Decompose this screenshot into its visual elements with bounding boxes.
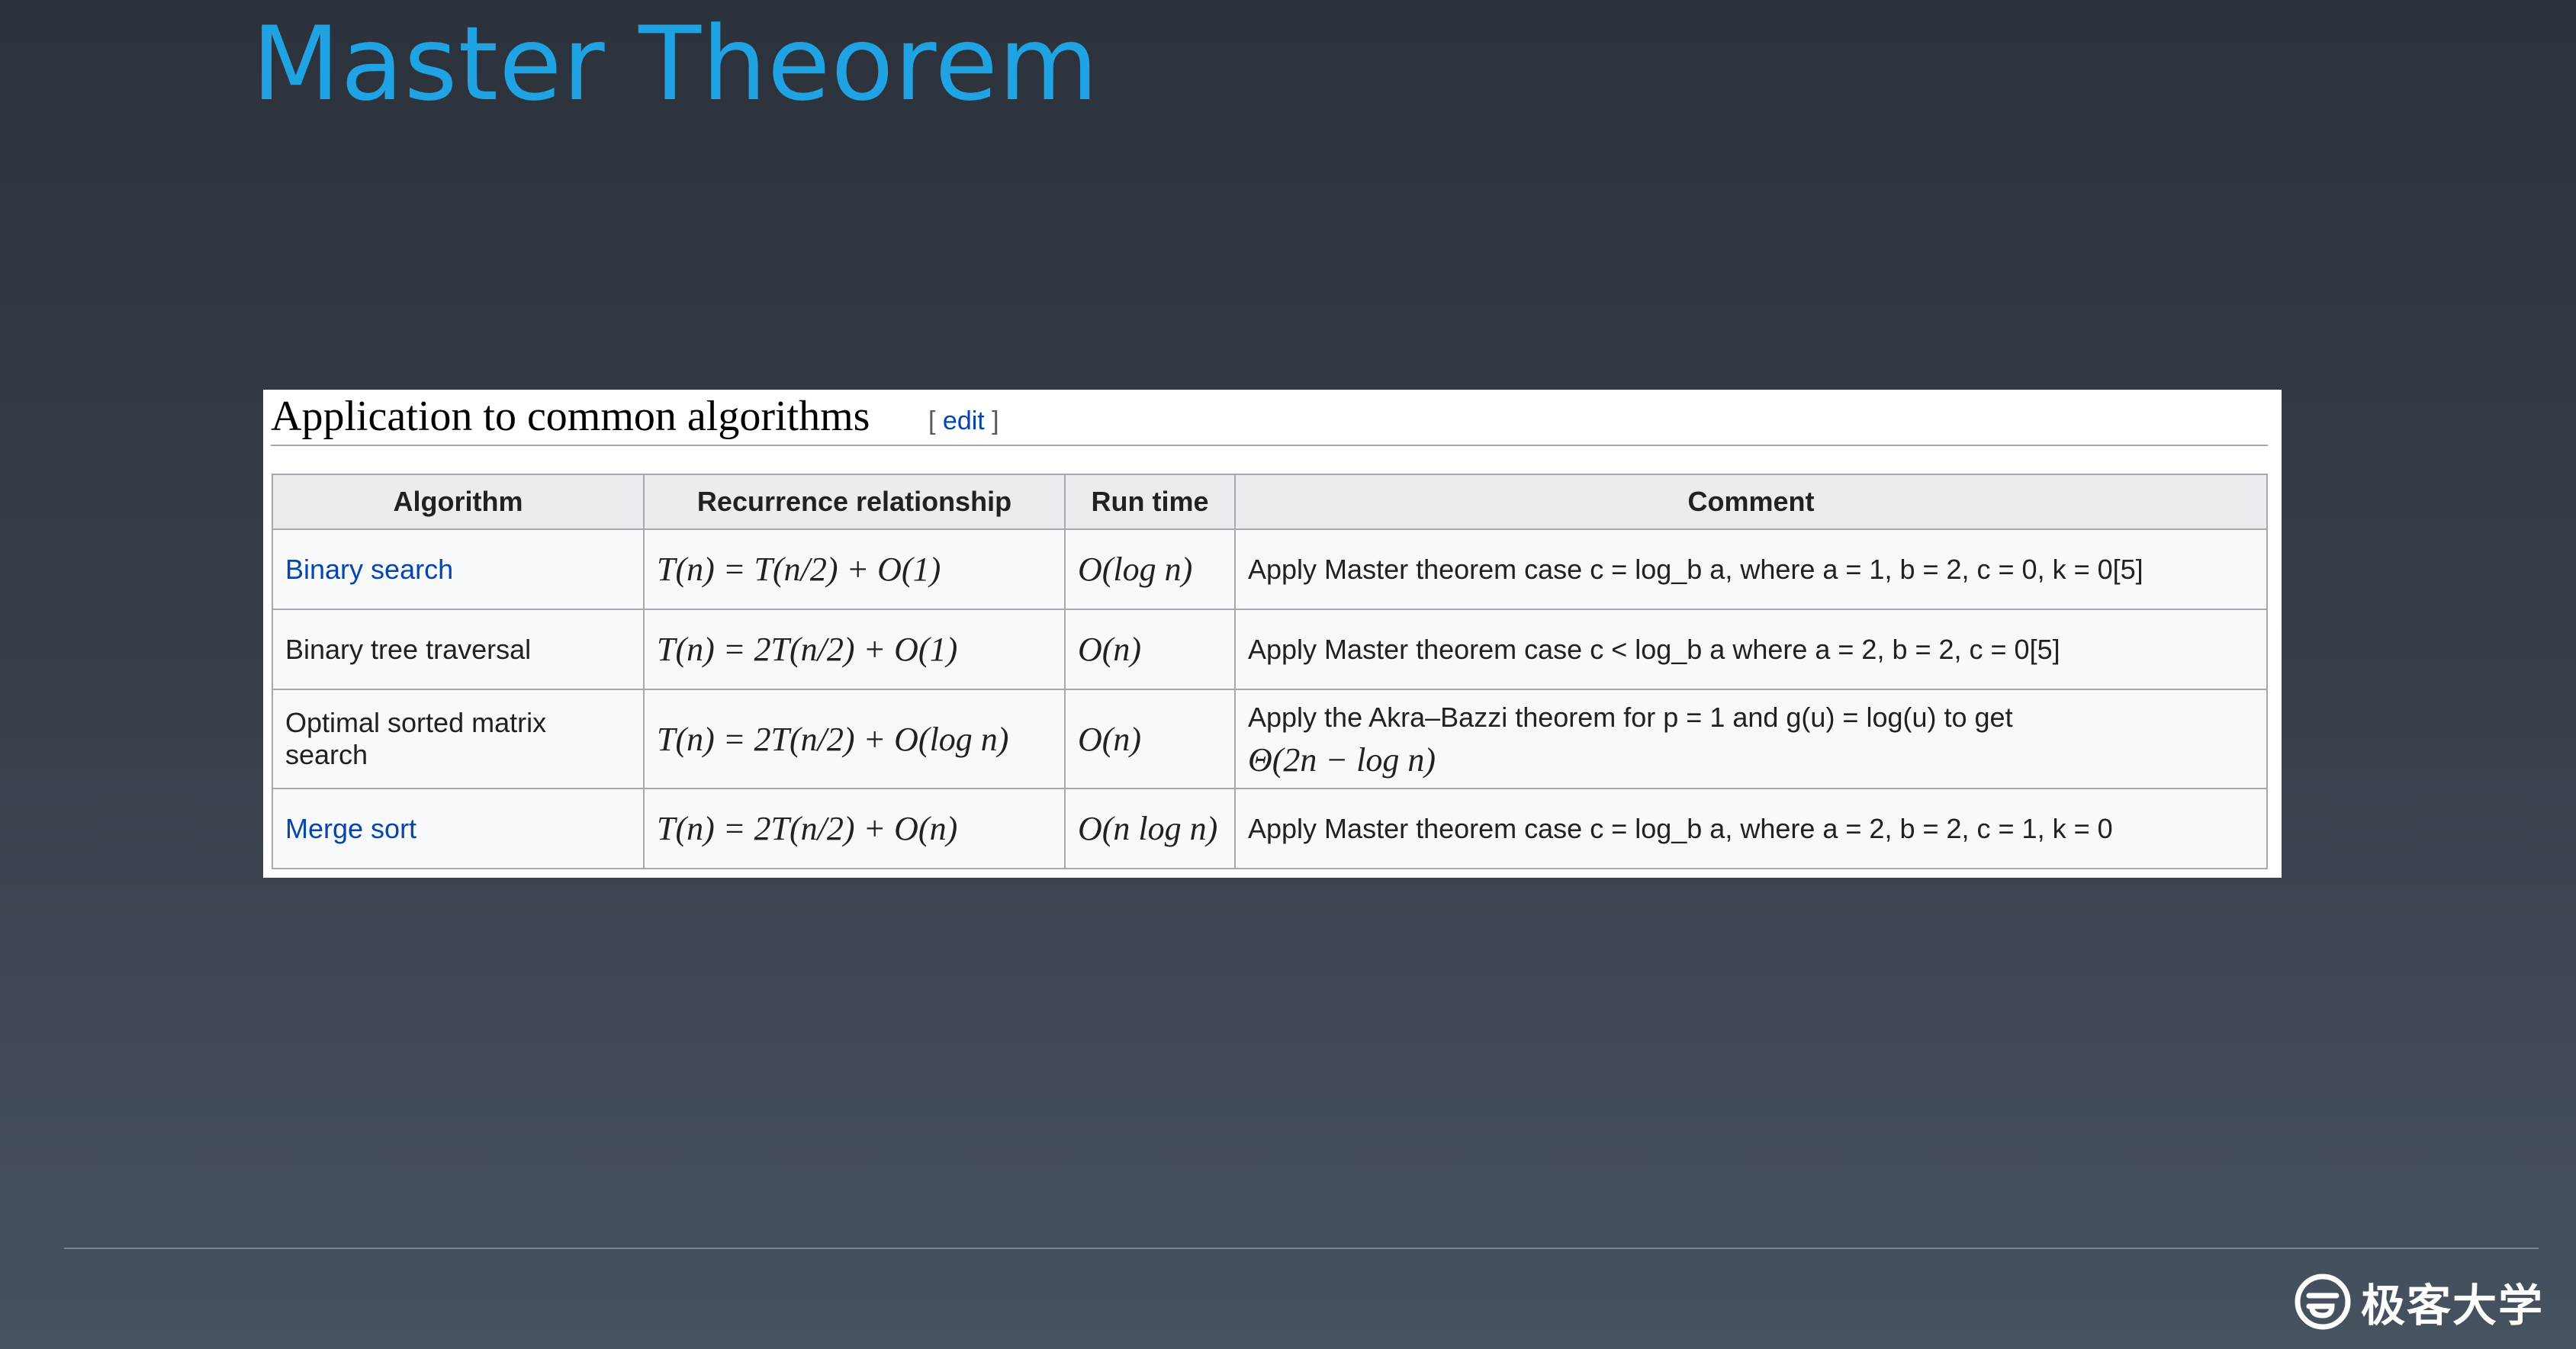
recurrence-cell: T(n) = T(n/2) + O(1) (643, 528, 1066, 610)
wiki-section-panel: Application to common algorithms [ edit … (263, 390, 2282, 878)
footer-divider (64, 1248, 2539, 1249)
table-header-row: Algorithm Recurrence relationship Run ti… (272, 474, 2268, 530)
brand-name: 极客大学 (2361, 1280, 2545, 1331)
algorithm-cell: Binary tree traversal (272, 609, 645, 690)
comment-cell: Apply Master theorem case c = log_b a, w… (1234, 528, 2268, 610)
table-row: Merge sort T(n) = 2T(n/2) + O(n) O(n log… (272, 788, 2268, 869)
header-runtime: Run time (1064, 474, 1236, 530)
section-header: Application to common algorithms [ edit … (271, 390, 2268, 446)
runtime-formula: O(n log n) (1078, 810, 1218, 847)
runtime-formula: O(log n) (1078, 551, 1193, 588)
comment-cell: Apply Master theorem case c < log_b a wh… (1234, 609, 2268, 690)
table-row: Binary tree traversal T(n) = 2T(n/2) + O… (272, 609, 2268, 690)
table-row: Binary search T(n) = T(n/2) + O(1) O(log… (272, 528, 2268, 610)
recurrence-formula: T(n) = 2T(n/2) + O(1) (657, 631, 958, 668)
algorithms-table: Algorithm Recurrence relationship Run ti… (272, 474, 2268, 869)
comment-cell: Apply the Akra–Bazzi theorem for p = 1 a… (1234, 689, 2268, 789)
runtime-cell: O(n) (1064, 609, 1236, 690)
merge-sort-link[interactable]: Merge sort (285, 813, 416, 844)
recurrence-cell: T(n) = 2T(n/2) + O(1) (643, 609, 1066, 690)
slide-title: Master Theorem (252, 5, 1099, 124)
algorithm-cell: Optimal sorted matrix search (272, 689, 645, 789)
algorithm-cell: Binary search (272, 528, 645, 610)
header-algorithm: Algorithm (272, 474, 645, 530)
runtime-formula: O(n) (1078, 631, 1142, 668)
runtime-cell: O(n) (1064, 689, 1236, 789)
runtime-cell: O(log n) (1064, 528, 1236, 610)
comment-cell: Apply Master theorem case c = log_b a, w… (1234, 788, 2268, 869)
runtime-cell: O(n log n) (1064, 788, 1236, 869)
algorithm-cell: Merge sort (272, 788, 645, 869)
edit-bracket-close: ] (984, 406, 999, 435)
recurrence-cell: T(n) = 2T(n/2) + O(n) (643, 788, 1066, 869)
edit-link[interactable]: edit (943, 406, 985, 435)
comment-line-akra-bazzi: Apply the Akra–Bazzi theorem for p = 1 a… (1248, 702, 2013, 733)
edit-section: [ edit ] (928, 406, 999, 436)
recurrence-formula: T(n) = 2T(n/2) + O(log n) (657, 720, 1009, 758)
edit-bracket-open: [ (928, 406, 943, 435)
runtime-formula: O(n) (1078, 720, 1142, 758)
header-comment: Comment (1234, 474, 2268, 530)
recurrence-cell: T(n) = 2T(n/2) + O(log n) (643, 689, 1066, 789)
geekbang-logo-icon (2295, 1274, 2351, 1330)
table-row: Optimal sorted matrix search T(n) = 2T(n… (272, 689, 2268, 789)
section-heading: Application to common algorithms (271, 393, 870, 440)
recurrence-formula: T(n) = 2T(n/2) + O(n) (657, 810, 958, 847)
recurrence-formula: T(n) = T(n/2) + O(1) (657, 551, 941, 588)
binary-search-link[interactable]: Binary search (285, 554, 453, 585)
brand: 极客大学 (2292, 1270, 2544, 1333)
header-recurrence: Recurrence relationship (643, 474, 1066, 530)
comment-line-result: Θ(2n − log n) (1248, 741, 1436, 779)
